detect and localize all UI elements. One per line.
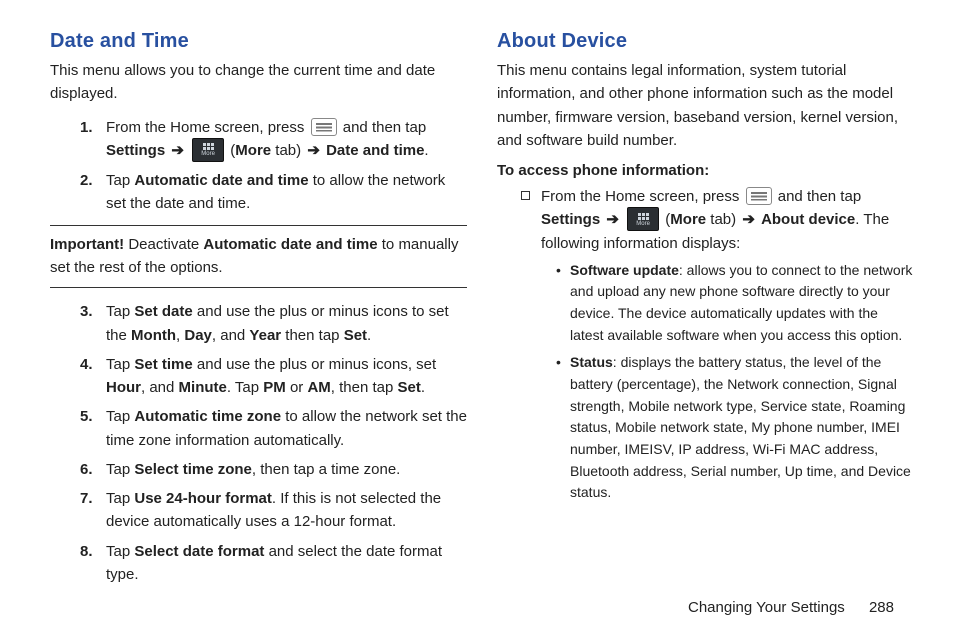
step-1: 1. From the Home screen, press and then … [80,116,467,163]
footer-section-name: Changing Your Settings [688,599,845,616]
about-device-bullets: Software update: allows you to connect t… [556,260,914,505]
date-time-heading: Date and Time [50,30,467,53]
step-2: 2. Tap Automatic date and time to allow … [80,169,467,216]
date-time-intro: This menu allows you to change the curre… [50,59,467,106]
date-time-steps-cont: 3. Tap Set date and use the plus or minu… [80,300,467,586]
step-7: 7. Tap Use 24-hour format. If this is no… [80,487,467,534]
step-4: 4. Tap Set time and use the plus or minu… [80,353,467,400]
more-tab-icon: More [627,207,659,231]
more-tab-icon: More [192,138,224,162]
arrow-icon: ➔ [740,208,757,231]
about-device-square-list: From the Home screen, press and then tap… [521,185,914,504]
menu-hardkey-icon [311,118,337,136]
menu-hardkey-icon [746,187,772,205]
step-5: 5. Tap Automatic time zone to allow the … [80,405,467,452]
bullet-software-update: Software update: allows you to connect t… [556,260,914,347]
arrow-icon: ➔ [305,139,322,162]
arrow-icon: ➔ [169,139,186,162]
about-device-intro: This menu contains legal information, sy… [497,59,914,152]
step-6: 6. Tap Select time zone, then tap a time… [80,458,467,481]
bullet-status: Status: displays the battery status, the… [556,352,914,504]
about-device-subhead: To access phone information: [497,162,914,179]
arrow-icon: ➔ [604,208,621,231]
important-note: Important! Deactivate Automatic date and… [50,225,467,288]
page-number: 288 [869,599,894,616]
step-3: 3. Tap Set date and use the plus or minu… [80,300,467,347]
step-8: 8. Tap Select date format and select the… [80,540,467,587]
page-footer: Changing Your Settings 288 [688,599,894,616]
date-time-steps: 1. From the Home screen, press and then … [80,116,467,216]
left-column: Date and Time This menu allows you to ch… [50,30,467,592]
document-page: Date and Time This menu allows you to ch… [0,0,954,602]
right-column: About Device This menu contains legal in… [497,30,914,592]
square-item-1: From the Home screen, press and then tap… [521,185,914,504]
about-device-heading: About Device [497,30,914,53]
